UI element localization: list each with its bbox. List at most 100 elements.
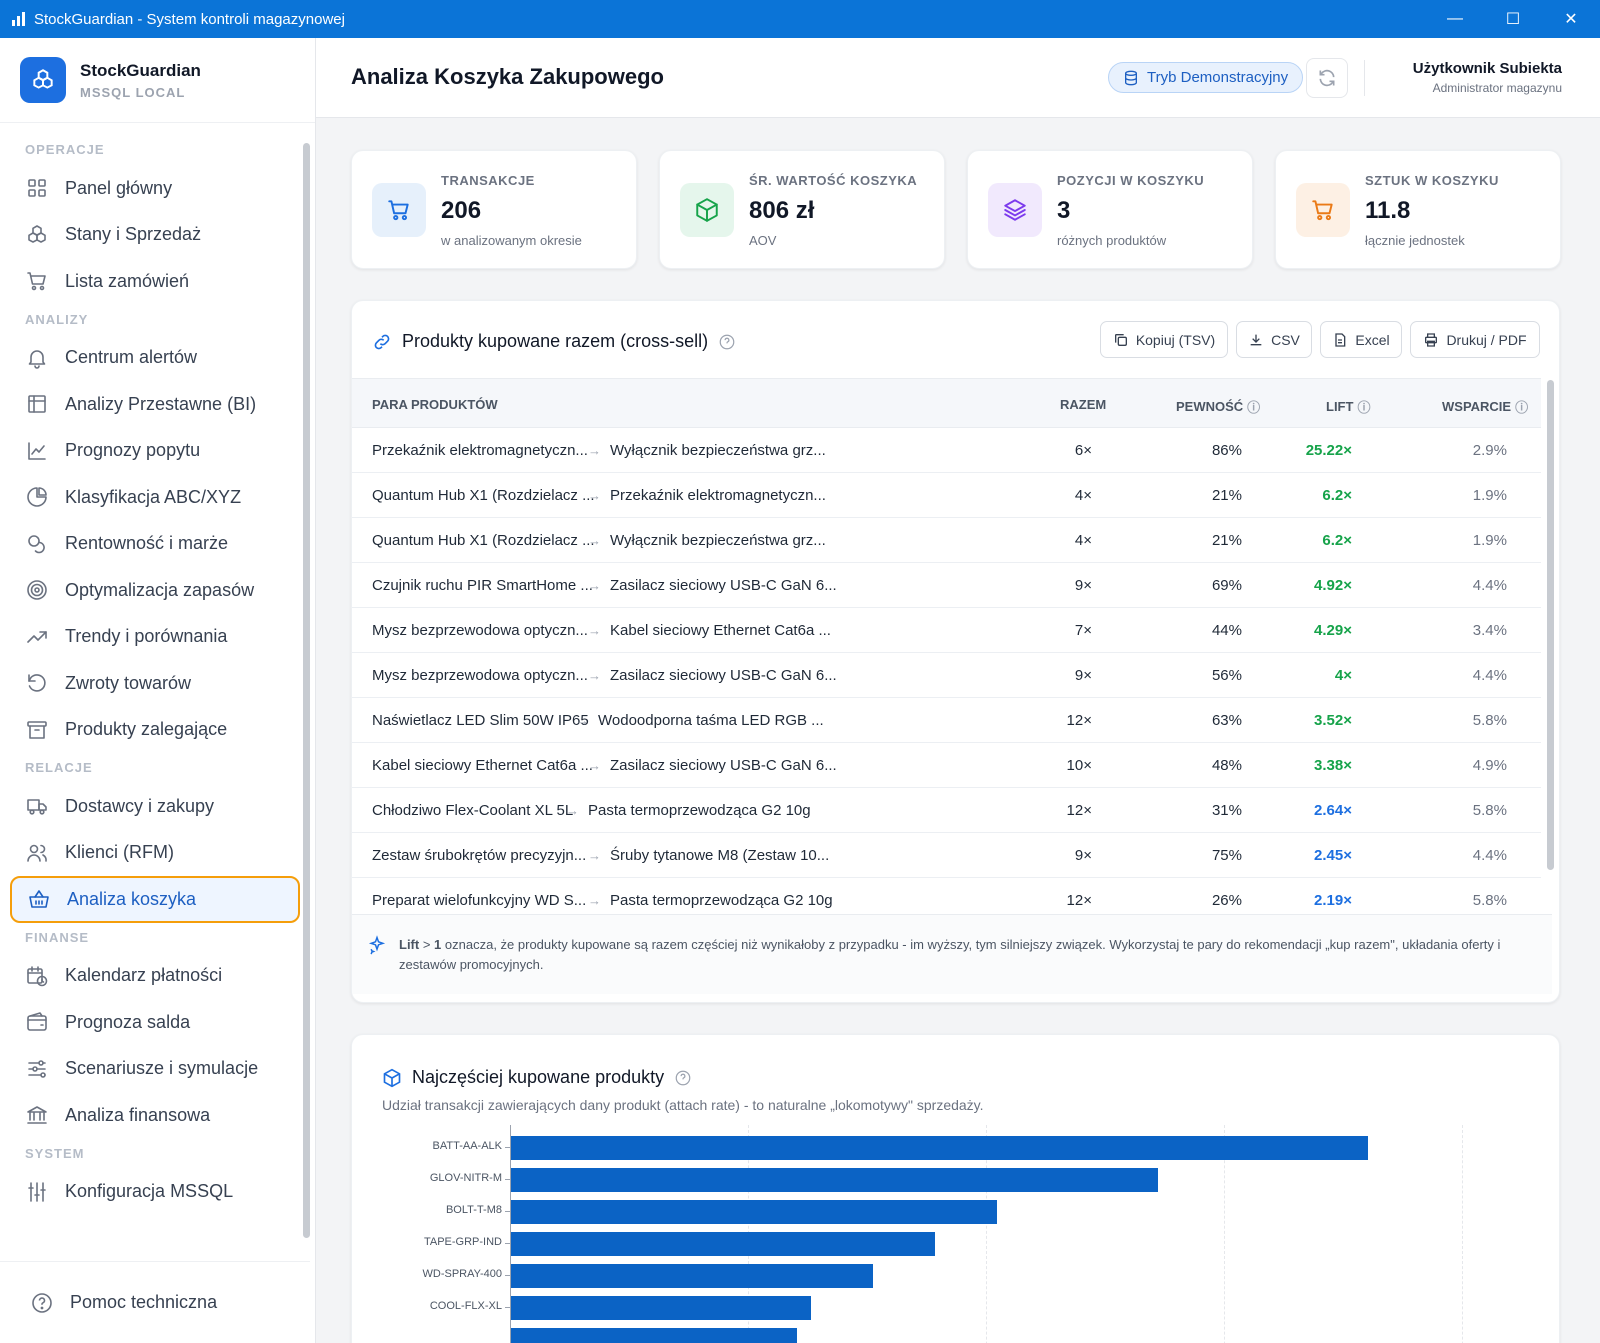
- lift-value: 3.38×: [1314, 757, 1352, 774]
- together-count: 12×: [1066, 712, 1092, 729]
- sidebar: StockGuardian MSSQL LOCAL OPERACJE Panel …: [0, 38, 316, 1343]
- excel-button[interactable]: Excel: [1320, 321, 1402, 358]
- csv-button[interactable]: CSV: [1236, 321, 1312, 358]
- sidebar-item-grid[interactable]: Panel główny: [0, 165, 310, 212]
- lift-value: 2.64×: [1314, 802, 1352, 819]
- col-pair[interactable]: PARA PRODUKTÓW: [372, 397, 498, 412]
- refresh-button[interactable]: [1306, 58, 1348, 98]
- sidebar-item-truck[interactable]: Dostawcy i zakupy: [0, 783, 310, 830]
- table-row[interactable]: Mysz bezprzewodowa optyczn... → Kabel si…: [352, 608, 1541, 653]
- product-a: Naświetlacz LED Slim 50W IP65: [372, 712, 589, 729]
- support-value: 4.4%: [1472, 667, 1507, 684]
- table-row[interactable]: Zestaw śrubokrętów precyzyjn... → Śruby …: [352, 833, 1541, 878]
- sidebar-item-wallet[interactable]: Prognoza salda: [0, 999, 310, 1046]
- copy-tsv-label: Kopiuj (TSV): [1135, 331, 1216, 348]
- truck-icon: [27, 799, 47, 815]
- sidebar-item-bank[interactable]: Analiza finansowa: [0, 1092, 310, 1139]
- sidebar-item-line-chart[interactable]: Prognozy popytu: [0, 428, 310, 475]
- support-value: 4.4%: [1472, 847, 1507, 864]
- top-products-panel: Najczęściej kupowane produkty Udział tra…: [351, 1034, 1560, 1343]
- sidebar-item-coins[interactable]: Rentowność i marże: [0, 521, 310, 568]
- table-row[interactable]: Quantum Hub X1 (Rozdzielacz ... → Wyłącz…: [352, 518, 1541, 563]
- user-info[interactable]: Użytkownik Subiekta Administrator magazy…: [1413, 60, 1562, 95]
- help-circle-icon[interactable]: [718, 333, 736, 351]
- col-together[interactable]: RAZEM: [1060, 397, 1106, 412]
- product-a: Kabel sieciowy Ethernet Cat6a ...: [372, 757, 593, 774]
- line-chart-icon: [28, 441, 46, 460]
- table-row[interactable]: Quantum Hub X1 (Rozdzielacz ... → Przeka…: [352, 473, 1541, 518]
- confidence-value: 48%: [1211, 757, 1242, 774]
- col-confidence[interactable]: PEWNOŚĆ ⓘ: [1176, 397, 1260, 416]
- sidebar-item-archive[interactable]: Produkty zalegające: [0, 707, 310, 754]
- sidebar-item-basket[interactable]: Analiza koszyka: [10, 876, 300, 923]
- lift-value: 25.22×: [1305, 442, 1352, 459]
- link-icon: [374, 334, 390, 349]
- support-value: 4.4%: [1472, 577, 1507, 594]
- print-pdf-button[interactable]: Drukuj / PDF: [1410, 321, 1540, 358]
- col-support[interactable]: WSPARCIE ⓘ: [1442, 397, 1528, 416]
- table-row[interactable]: Kabel sieciowy Ethernet Cat6a ... → Zasi…: [352, 743, 1541, 788]
- settings-sliders-icon: [28, 1181, 46, 1202]
- pie-icon: [27, 487, 47, 508]
- sidebar-item-bell[interactable]: Centrum alertów: [0, 335, 310, 382]
- sidebar-item-undo[interactable]: Zwroty towarów: [0, 660, 310, 707]
- sidebar-scrollbar[interactable]: [303, 143, 310, 1238]
- sidebar-nav: OPERACJE Panel główny Stany i Sprzedaż List…: [0, 135, 310, 1215]
- together-count: 9×: [1074, 847, 1092, 864]
- chart-bar[interactable]: [511, 1136, 1368, 1160]
- sidebar-item-users[interactable]: Klienci (RFM): [0, 830, 310, 877]
- help-button[interactable]: Pomoc techniczna: [0, 1261, 310, 1343]
- arrow-right-icon: →: [588, 668, 601, 683]
- close-button[interactable]: ✕: [1542, 0, 1600, 38]
- chart-bar[interactable]: [511, 1296, 811, 1320]
- maximize-button[interactable]: ☐: [1484, 0, 1542, 38]
- table-row[interactable]: Mysz bezprzewodowa optyczn... → Zasilacz…: [352, 653, 1541, 698]
- kpi-card: TRANSAKCJE 206 w analizowanym okresie: [351, 150, 637, 269]
- product-b: Wyłącznik bezpieczeństwa grz...: [610, 442, 826, 459]
- lift-value: 2.19×: [1314, 892, 1352, 909]
- note-text: oznacza, że produkty kupowane są razem c…: [399, 937, 1501, 972]
- arrow-right-icon: →: [566, 803, 579, 818]
- chart-category-label: COOL-FLX-XL: [429, 1300, 502, 1312]
- header: Analiza Koszyka Zakupowego Tryb Demonstr…: [316, 38, 1600, 118]
- sidebar-item-target[interactable]: Optymalizacja zapasów: [0, 567, 310, 614]
- table-row[interactable]: Naświetlacz LED Slim 50W IP65 → Wodoodpo…: [352, 698, 1541, 743]
- table-scrollbar[interactable]: [1547, 380, 1554, 870]
- sidebar-item-pie[interactable]: Klasyfikacja ABC/XYZ: [0, 474, 310, 521]
- product-a: Mysz bezprzewodowa optyczn...: [372, 667, 588, 684]
- kpi-card: ŚR. WARTOŚĆ KOSZYKA 806 zł AOV: [659, 150, 945, 269]
- sidebar-item-label: Lista zamówień: [65, 270, 190, 291]
- sidebar-item-boxes[interactable]: Stany i Sprzedaż: [0, 212, 310, 259]
- top-products-subtitle: Udział transakcji zawierających dany pro…: [382, 1097, 984, 1113]
- wallet-icon: [27, 1012, 47, 1032]
- chart-bar[interactable]: [511, 1264, 873, 1288]
- sidebar-item-calendar-clock[interactable]: Kalendarz płatności: [0, 953, 310, 1000]
- chart-bar[interactable]: [511, 1168, 1159, 1192]
- sidebar-item-trend[interactable]: Trendy i porównania: [0, 614, 310, 661]
- table-row[interactable]: Czujnik ruchu PIR SmartHome ... → Zasila…: [352, 563, 1541, 608]
- sidebar-item-sliders[interactable]: Scenariusze i symulacje: [0, 1046, 310, 1093]
- kpi-card: SZTUK W KOSZYKU 11.8 łącznie jednostek: [1275, 150, 1561, 269]
- sidebar-item-label: Prognozy popytu: [65, 440, 201, 461]
- chart-bar[interactable]: [511, 1232, 935, 1256]
- sidebar-item-table[interactable]: Analizy Przestawne (BI): [0, 381, 310, 428]
- sidebar-item-cart[interactable]: Lista zamówień: [0, 258, 310, 305]
- minimize-button[interactable]: —: [1426, 0, 1484, 38]
- arrow-right-icon: →: [576, 713, 589, 728]
- copy-tsv-button[interactable]: Kopiuj (TSV): [1100, 321, 1228, 358]
- col-lift[interactable]: LIFT ⓘ: [1326, 397, 1370, 416]
- help-circle-icon[interactable]: [674, 1069, 692, 1087]
- demo-mode-badge[interactable]: Tryb Demonstracyjny: [1108, 62, 1304, 93]
- download-icon: [1250, 334, 1262, 345]
- support-value: 1.9%: [1472, 532, 1507, 549]
- product-b: Wodoodporna taśma LED RGB ...: [598, 712, 824, 729]
- table-row[interactable]: Przekaźnik elektromagnetyczn... → Wyłącz…: [352, 428, 1541, 473]
- brand: StockGuardian MSSQL LOCAL: [0, 38, 315, 123]
- sidebar-item-settings-sliders[interactable]: Konfiguracja MSSQL: [0, 1169, 310, 1216]
- help-circle-icon: ⓘ: [1357, 400, 1371, 415]
- product-a: Przekaźnik elektromagnetyczn...: [372, 442, 588, 459]
- confidence-value: 63%: [1211, 712, 1242, 729]
- table-row[interactable]: Chłodziwo Flex-Coolant XL 5L → Pasta ter…: [352, 788, 1541, 833]
- chart-bar[interactable]: [511, 1200, 997, 1224]
- support-value: 5.8%: [1472, 712, 1507, 729]
